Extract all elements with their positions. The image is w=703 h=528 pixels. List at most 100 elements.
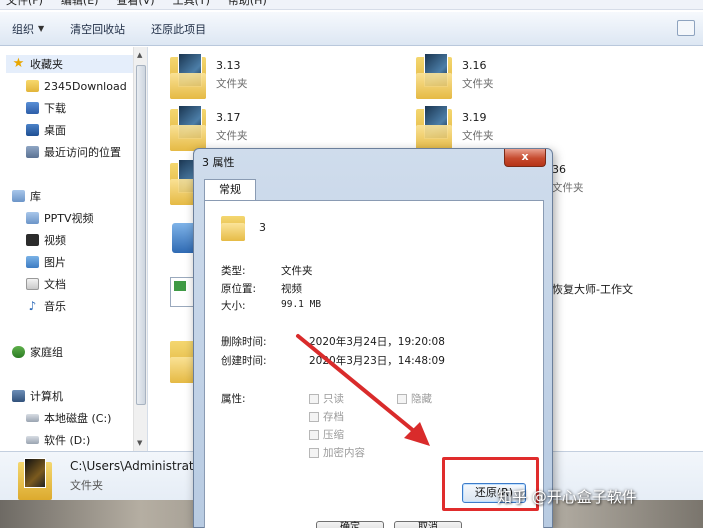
download-folder-icon [26, 102, 39, 114]
size-label: 大小: [221, 300, 246, 312]
origin-label: 原位置: [221, 283, 257, 295]
checkbox-box [309, 447, 319, 458]
music-note-icon: ♪ [28, 299, 37, 313]
checkbox-label: 存档 [323, 411, 344, 423]
checkbox-box [309, 429, 319, 440]
nav-item-label: 视频 [44, 234, 66, 247]
folder-name: 36 [552, 163, 566, 176]
folder-icon [26, 80, 39, 92]
attributes-label: 属性: [221, 393, 246, 405]
nav-homegroup-label: 家庭组 [30, 346, 63, 359]
nav-item-drive-d[interactable]: 软件 (D:) [26, 431, 90, 449]
nav-item-desktop[interactable]: 桌面 [26, 121, 66, 139]
checkbox-label: 压缩 [323, 429, 344, 441]
close-button[interactable]: x [504, 149, 546, 167]
nav-item-downloads[interactable]: 下载 [26, 99, 66, 117]
nav-libraries[interactable]: 库 [12, 187, 41, 205]
folder-name: 3.17 [216, 111, 241, 124]
scroll-down-icon[interactable]: ▼ [137, 439, 142, 447]
folder-icon [18, 458, 52, 500]
watermark: 知乎 @开心盒子软件 [497, 488, 637, 506]
checkbox-label: 加密内容 [323, 447, 365, 459]
nav-item-music[interactable]: ♪ 音乐 [26, 297, 66, 315]
readonly-checkbox: 只读 [309, 391, 344, 406]
deleted-time-value: 2020年3月24日，19:20:08 [309, 336, 445, 348]
nav-favorites[interactable]: ★ 收藏夹 [6, 55, 138, 73]
folder-name: 3 [259, 221, 266, 234]
nav-homegroup[interactable]: 家庭组 [12, 343, 63, 361]
nav-libraries-label: 库 [30, 190, 41, 203]
ok-button[interactable]: 确定 [316, 521, 384, 528]
divider [213, 323, 535, 324]
folder-icon [221, 213, 245, 241]
scrollbar-thumb[interactable] [136, 65, 146, 405]
folder-tile[interactable]: 3.19 文件夹 [416, 105, 494, 151]
scroll-up-icon[interactable]: ▲ [137, 51, 142, 59]
nav-item-label: 软件 (D:) [44, 434, 91, 447]
nav-scrollbar[interactable]: ▲ ▼ [133, 47, 147, 451]
checkbox-label: 隐藏 [411, 393, 432, 405]
file-tile[interactable]: 恢复大师-工作文 [552, 275, 633, 297]
divider [213, 251, 535, 252]
folder-name: 3.19 [462, 111, 487, 124]
folder-type: 文件夹 [462, 130, 494, 142]
nav-item-videos[interactable]: 视频 [26, 231, 66, 249]
details-type: 文件夹 [70, 479, 103, 492]
nav-item-label: 下载 [44, 102, 66, 115]
folder-icon [416, 53, 452, 99]
cancel-button[interactable]: 取消 [394, 521, 462, 528]
menu-tools[interactable]: 工具(T) [173, 0, 210, 9]
tab-general[interactable]: 常规 [204, 179, 256, 201]
folder-icon [170, 105, 206, 151]
folder-name: 3.13 [216, 59, 241, 72]
nav-item-label: PPTV视频 [44, 212, 94, 225]
checkbox-box [309, 393, 319, 404]
folder-type: 文件夹 [216, 130, 248, 142]
folder-tile[interactable]: 3.16 文件夹 [416, 53, 494, 99]
size-value: 99.1 MB [281, 299, 322, 310]
nav-item-label: 桌面 [44, 124, 66, 137]
type-value: 文件夹 [281, 265, 313, 277]
organize-button[interactable]: 组织 ▼ [12, 21, 44, 37]
menu-edit[interactable]: 编辑(E) [61, 0, 99, 9]
folder-type: 文件夹 [552, 182, 584, 194]
created-time-value: 2020年3月23日，14:48:09 [309, 355, 445, 367]
empty-recycle-bin-label: 清空回收站 [70, 22, 126, 36]
nav-item-label: 本地磁盘 (C:) [44, 412, 112, 425]
created-time-label: 创建时间: [221, 355, 267, 367]
folder-tile[interactable]: 3.17 文件夹 [170, 105, 248, 151]
nav-item-documents[interactable]: 文档 [26, 275, 66, 293]
folder-tile[interactable]: 36 文件夹 [552, 157, 584, 195]
nav-computer[interactable]: 计算机 [12, 387, 63, 405]
checkbox-box [309, 411, 319, 422]
folder-type: 文件夹 [462, 78, 494, 90]
nav-item-pptv-video[interactable]: PPTV视频 [26, 209, 94, 227]
restore-item-button[interactable]: 还原此项目 [151, 21, 206, 37]
view-options-button[interactable] [677, 20, 695, 36]
nav-item-label: 最近访问的位置 [44, 146, 121, 159]
nav-item-recent-places[interactable]: 最近访问的位置 [26, 143, 121, 161]
divider [213, 379, 535, 380]
folder-tile[interactable]: 3.13 文件夹 [170, 53, 248, 99]
hidden-checkbox: 隐藏 [397, 391, 432, 406]
document-icon [26, 278, 39, 290]
navigation-pane: ★ 收藏夹 2345Download 下载 桌面 最近访问的位置 库 PPTV视… [0, 47, 148, 451]
checkbox-box [397, 393, 407, 404]
library-icon [12, 190, 25, 202]
menu-file[interactable]: 文件(F) [6, 0, 43, 9]
nav-item-2345download[interactable]: 2345Download [26, 77, 127, 95]
homegroup-icon [12, 346, 25, 358]
folder-type: 文件夹 [216, 78, 248, 90]
empty-recycle-bin-button[interactable]: 清空回收站 [70, 21, 125, 37]
type-label: 类型: [221, 265, 246, 277]
nav-item-label: 音乐 [44, 300, 66, 313]
video-icon [26, 234, 39, 246]
menu-view[interactable]: 查看(V) [116, 0, 154, 9]
star-icon: ★ [12, 56, 25, 71]
menu-help[interactable]: 帮助(H) [228, 0, 267, 9]
disk-drive-icon [26, 414, 39, 422]
nav-item-pictures[interactable]: 图片 [26, 253, 66, 271]
computer-icon [12, 390, 25, 402]
nav-item-drive-c[interactable]: 本地磁盘 (C:) [26, 409, 111, 427]
organize-label: 组织 [12, 22, 34, 36]
